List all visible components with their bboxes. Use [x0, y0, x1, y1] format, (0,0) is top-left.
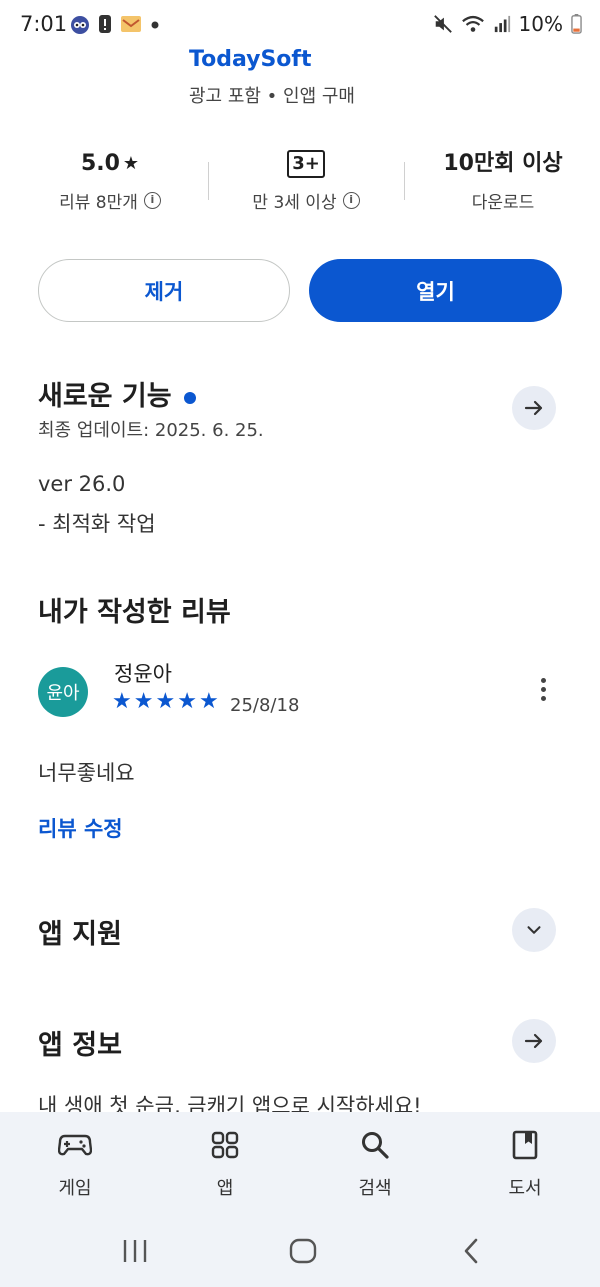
star-icon: ★	[122, 153, 140, 174]
status-time: 7:01	[20, 12, 68, 36]
status-system-icons: 10%	[433, 12, 582, 36]
review-body: 너무좋네요	[38, 761, 135, 785]
nav-label-search: 검색	[358, 1178, 392, 1199]
nav-item-search[interactable]: 검색	[320, 1128, 430, 1200]
downloads-label: 다운로드	[471, 193, 535, 213]
age-label: 만 3세 이상	[252, 193, 337, 213]
book-icon	[512, 1130, 538, 1160]
mail-app-icon	[121, 16, 141, 32]
stat-age[interactable]: 3+ 만 3세 이상 i	[231, 148, 381, 213]
gamepad-icon	[58, 1134, 92, 1156]
nav-item-apps[interactable]: 앱	[170, 1128, 280, 1200]
nav-label-books: 도서	[508, 1178, 542, 1199]
apps-grid-icon	[211, 1131, 239, 1159]
release-note: - 최적화 작업	[38, 512, 156, 536]
stat-divider	[404, 162, 405, 200]
my-review-title: 내가 작성한 리뷰	[38, 597, 231, 628]
back-icon[interactable]	[461, 1237, 481, 1265]
whats-new-arrow-button[interactable]	[512, 386, 556, 430]
nav-item-books[interactable]: 도서	[470, 1128, 580, 1200]
new-indicator-dot	[183, 391, 196, 404]
app-support-expand-button[interactable]	[512, 908, 556, 952]
star-icon: ★	[133, 689, 154, 714]
app-support-title[interactable]: 앱 지원	[38, 912, 122, 951]
about-app-title[interactable]: 앱 정보	[38, 1023, 122, 1062]
star-icon: ★	[155, 689, 176, 714]
recent-apps-icon[interactable]	[121, 1238, 149, 1264]
nav-item-games[interactable]: 게임	[20, 1128, 130, 1200]
stat-divider	[208, 162, 209, 200]
owl-app-icon	[71, 16, 89, 34]
version-text: ver 26.0	[38, 472, 126, 496]
system-navigation	[0, 1222, 600, 1282]
info-icon: i	[342, 192, 360, 209]
avatar: 윤아	[38, 667, 88, 717]
whats-new-title-text: 새로운 기능	[38, 381, 172, 412]
review-date: 25/8/18	[230, 695, 300, 716]
reviewer-name: 정윤아	[114, 662, 172, 686]
arrow-right-icon	[524, 400, 543, 416]
stats-row: 5.0 ★ 리뷰 8만개 i 3+ 만 3세 이상 i 10만회 이상 다운로드	[0, 148, 600, 218]
age-rating-badge: 3+	[287, 150, 325, 178]
stat-downloads: 10만회 이상 다운로드	[428, 148, 578, 213]
battery-percent: 10%	[518, 12, 563, 36]
nav-label-apps: 앱	[216, 1178, 234, 1199]
more-options-icon[interactable]	[533, 678, 553, 706]
stat-rating[interactable]: 5.0 ★ 리뷰 8만개 i	[40, 148, 180, 213]
whats-new-title[interactable]: 새로운 기능	[38, 374, 196, 413]
uninstall-button[interactable]: 제거	[38, 259, 290, 322]
info-icon: i	[143, 192, 161, 209]
mute-icon	[433, 15, 452, 33]
open-button[interactable]: 열기	[309, 259, 562, 322]
nav-label-games: 게임	[58, 1178, 92, 1199]
arrow-right-icon	[524, 1033, 543, 1049]
battery-icon	[571, 14, 582, 34]
more-notifications-dot	[151, 21, 159, 29]
chevron-down-icon	[527, 926, 541, 934]
signal-icon	[494, 15, 510, 33]
star-icon: ★	[198, 689, 219, 714]
review-stars: ★ ★ ★ ★ ★	[112, 690, 219, 714]
star-icon: ★	[112, 689, 132, 714]
rating-label: 리뷰 8만개	[59, 193, 138, 213]
star-icon: ★	[177, 689, 197, 714]
status-notifications	[70, 14, 160, 34]
last-updated: 최종 업데이트: 2025. 6. 25.	[38, 420, 264, 441]
status-bar: 7:01 10%	[0, 0, 600, 52]
edit-review-link[interactable]: 리뷰 수정	[38, 813, 123, 843]
bottom-navigation: 게임 앱 검색 도서	[0, 1112, 600, 1287]
wifi-icon	[461, 15, 484, 32]
developer-link[interactable]: TodaySoft	[189, 47, 312, 72]
home-icon[interactable]	[289, 1238, 317, 1264]
app-meta: 광고 포함 • 인앱 구매	[189, 86, 355, 107]
rating-value: 5.0	[80, 151, 120, 176]
about-app-arrow-button[interactable]	[512, 1019, 556, 1063]
search-icon	[362, 1132, 389, 1159]
downloads-value: 10만회 이상	[443, 151, 563, 176]
alert-icon	[99, 15, 111, 33]
